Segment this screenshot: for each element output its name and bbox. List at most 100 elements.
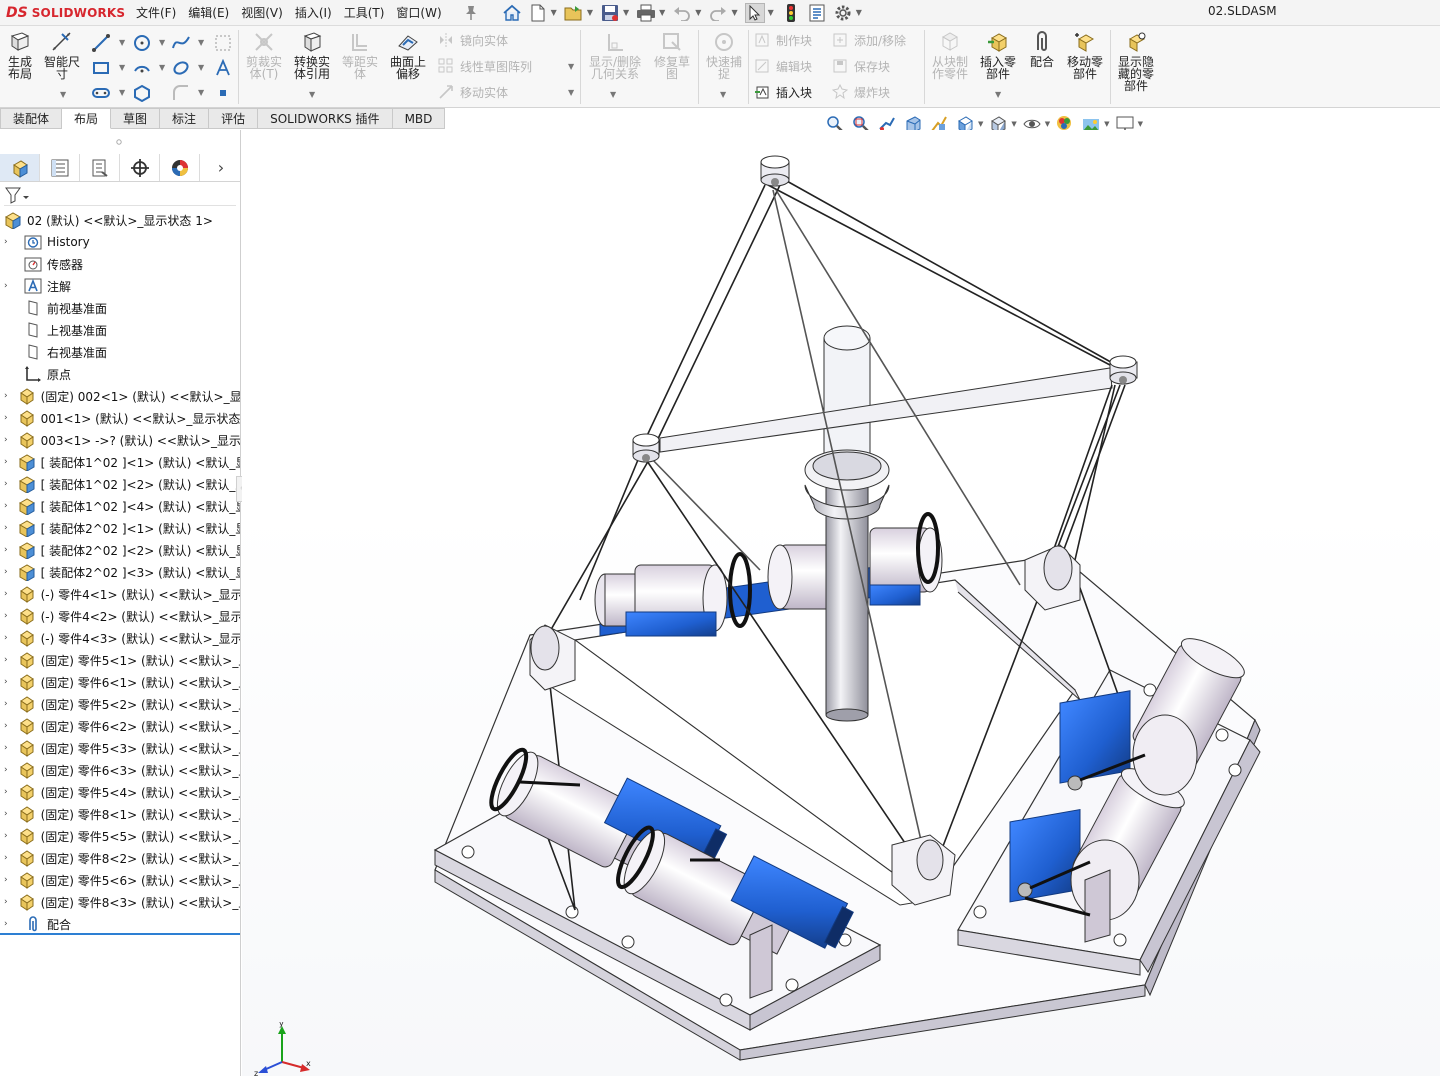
tree-item[interactable]: › (固定) 零件5<3> (默认) <<默认>_显 <box>0 737 240 759</box>
tree-item[interactable]: › (固定) 002<1> (默认) <<默认>_显 <box>0 385 240 407</box>
expand-arrow-icon[interactable]: › <box>4 787 8 797</box>
repair-sketch-button[interactable]: 修复草图 <box>650 30 694 80</box>
fillet-icon[interactable] <box>172 84 190 102</box>
tab-5[interactable]: SOLIDWORKS 插件 <box>258 108 393 129</box>
tree-item[interactable]: › (固定) 零件8<1> (默认) <<默认>_显 <box>0 803 240 825</box>
chevron-down-icon[interactable]: ▼ <box>1138 120 1143 128</box>
configuration-manager-icon[interactable] <box>80 154 120 181</box>
panel-resize-grip[interactable] <box>0 130 241 152</box>
tree-item[interactable]: › (固定) 零件5<2> (默认) <<默认>_显 <box>0 693 240 715</box>
chevron-down-icon[interactable]: ▼ <box>198 88 204 97</box>
generate-layout-button[interactable]: 生成 布局 <box>0 30 40 80</box>
expand-arrow-icon[interactable]: › <box>4 435 8 445</box>
expand-arrow-icon[interactable]: › <box>4 897 8 907</box>
chevron-down-icon[interactable]: ▼ <box>198 63 204 72</box>
expand-arrow-icon[interactable]: › <box>4 237 14 247</box>
expand-arrow-icon[interactable]: › <box>4 501 8 511</box>
construction-geometry-icon[interactable] <box>214 34 232 52</box>
expand-arrow-icon[interactable]: › <box>4 567 8 577</box>
make-part-from-block-button[interactable]: 从块制 作零件 <box>928 30 972 80</box>
chevron-down-icon[interactable]: ▼ <box>568 88 574 97</box>
arc-icon[interactable] <box>133 59 151 77</box>
chevron-down-icon[interactable]: ▼ <box>568 62 574 71</box>
feature-manager-icon[interactable] <box>0 154 40 181</box>
tree-item[interactable]: › (固定) 零件6<2> (默认) <<默认>_显 <box>0 715 240 737</box>
chevron-down-icon[interactable]: ▼ <box>610 90 616 99</box>
expand-arrow-icon[interactable]: › <box>4 413 8 423</box>
chevron-down-icon[interactable]: ▼ <box>695 8 701 17</box>
expand-arrow-icon[interactable]: › <box>4 633 8 643</box>
tree-item[interactable]: › (固定) 零件5<1> (默认) <<默认>_显 <box>0 649 240 671</box>
circle-icon[interactable] <box>133 34 151 52</box>
trim-entities-button[interactable]: 剪裁实 体(T) <box>242 30 286 80</box>
menu-item[interactable]: 插入(I) <box>289 4 338 21</box>
tree-item[interactable]: › (-) 零件4<1> (默认) <<默认>_显示 <box>0 583 240 605</box>
quick-snaps-button[interactable]: 快速捕捉 <box>702 30 746 80</box>
point-icon[interactable] <box>214 84 232 102</box>
chevron-down-icon[interactable]: ▼ <box>731 8 737 17</box>
open-icon[interactable] <box>564 3 584 23</box>
edit-block-button[interactable]: 编辑块 <box>754 56 812 76</box>
explode-block-button[interactable]: 爆炸块 <box>832 82 890 102</box>
expand-arrow-icon[interactable]: › <box>4 919 14 929</box>
tab-1[interactable]: 布局 <box>62 108 112 129</box>
expand-arrow-icon[interactable]: › <box>4 611 8 621</box>
chevron-down-icon[interactable]: ▼ <box>659 8 665 17</box>
chevron-down-icon[interactable]: ▼ <box>119 38 125 47</box>
ellipse-icon[interactable] <box>172 59 190 77</box>
chevron-down-icon[interactable]: ▼ <box>198 38 204 47</box>
tree-item[interactable]: › [ 装配体1^02 ]<4> (默认) <默认_显 <box>0 495 240 517</box>
show-hidden-components-button[interactable]: 显示隐 藏的零 部件 <box>1114 30 1158 92</box>
expand-arrow-icon[interactable]: › <box>4 853 8 863</box>
dimxpert-icon[interactable] <box>120 154 160 181</box>
chevron-down-icon[interactable]: ▼ <box>623 8 629 17</box>
tree-item[interactable]: › 注解 <box>0 275 240 297</box>
expand-arrow-icon[interactable]: › <box>4 391 8 401</box>
menu-item[interactable]: 窗口(W) <box>390 4 447 21</box>
print-icon[interactable] <box>636 3 656 23</box>
expand-arrow-icon[interactable]: › <box>4 479 8 489</box>
tree-root[interactable]: 02 (默认) <<默认>_显示状态 1> <box>0 209 240 231</box>
menu-item[interactable]: 工具(T) <box>338 4 391 21</box>
undo-icon[interactable] <box>672 3 692 23</box>
tree-item[interactable]: › [ 装配体1^02 ]<1> (默认) <默认_显 <box>0 451 240 473</box>
expand-arrow-icon[interactable]: › <box>4 655 8 665</box>
tree-item[interactable]: 传感器 <box>0 253 240 275</box>
insert-component-button[interactable]: 插入零 部件 <box>976 30 1020 80</box>
expand-arrow-icon[interactable]: › <box>4 545 8 555</box>
expand-arrow-icon[interactable]: › <box>4 589 8 599</box>
tree-item[interactable]: › [ 装配体2^02 ]<3> (默认) <默认_显 <box>0 561 240 583</box>
save-icon[interactable] <box>600 3 620 23</box>
chevron-down-icon[interactable]: ▼ <box>768 8 774 17</box>
expand-arrow-icon[interactable]: › <box>4 875 8 885</box>
expand-arrow-icon[interactable]: › <box>4 765 8 775</box>
tab-6[interactable]: MBD <box>392 108 446 129</box>
graphics-area[interactable]: y x z <box>242 130 1440 1076</box>
rectangle-icon[interactable] <box>92 59 110 77</box>
tree-item[interactable]: › [ 装配体1^02 ]<2> (默认) <默认_显 <box>0 473 240 495</box>
mirror-entities-button[interactable]: 镜向实体 <box>438 30 508 50</box>
chevron-down-icon[interactable]: ▼ <box>1104 120 1109 128</box>
tree-item[interactable]: › (-) 零件4<3> (默认) <<默认>_显示 <box>0 627 240 649</box>
polygon-icon[interactable] <box>133 84 151 102</box>
move-component-button[interactable]: 移动零 部件 <box>1062 30 1108 80</box>
expand-arrow-icon[interactable]: › <box>4 699 8 709</box>
options-gear-icon[interactable] <box>833 3 853 23</box>
tab-0[interactable]: 装配体 <box>0 108 63 129</box>
tree-item[interactable]: › (固定) 零件5<4> (默认) <<默认>_显 <box>0 781 240 803</box>
chevron-down-icon[interactable]: ▼ <box>119 63 125 72</box>
tree-item[interactable]: › 003<1> ->? (默认) <<默认>_显示 <box>0 429 240 451</box>
filter-funnel-icon[interactable] <box>4 186 30 204</box>
chevron-down-icon[interactable]: ▼ <box>159 63 165 72</box>
solidworks-logo[interactable]: DS SOLIDWORKS <box>0 5 130 21</box>
menu-item[interactable]: 编辑(E) <box>182 4 235 21</box>
tree-item[interactable]: › (固定) 零件6<3> (默认) <<默认>_显 <box>0 759 240 781</box>
expand-arrow-icon[interactable]: › <box>4 809 8 819</box>
tree-item[interactable]: › (固定) 零件8<2> (默认) <<默认>_显 <box>0 847 240 869</box>
property-manager-icon[interactable] <box>40 154 80 181</box>
convert-entities-button[interactable]: 转换实 体引用 <box>290 30 334 80</box>
tree-item[interactable]: › (固定) 零件5<6> (默认) <<默认>_显 <box>0 869 240 891</box>
chevron-down-icon[interactable]: ▼ <box>119 88 125 97</box>
menu-item[interactable]: 文件(F) <box>130 4 182 21</box>
expand-arrow-icon[interactable]: › <box>4 523 8 533</box>
